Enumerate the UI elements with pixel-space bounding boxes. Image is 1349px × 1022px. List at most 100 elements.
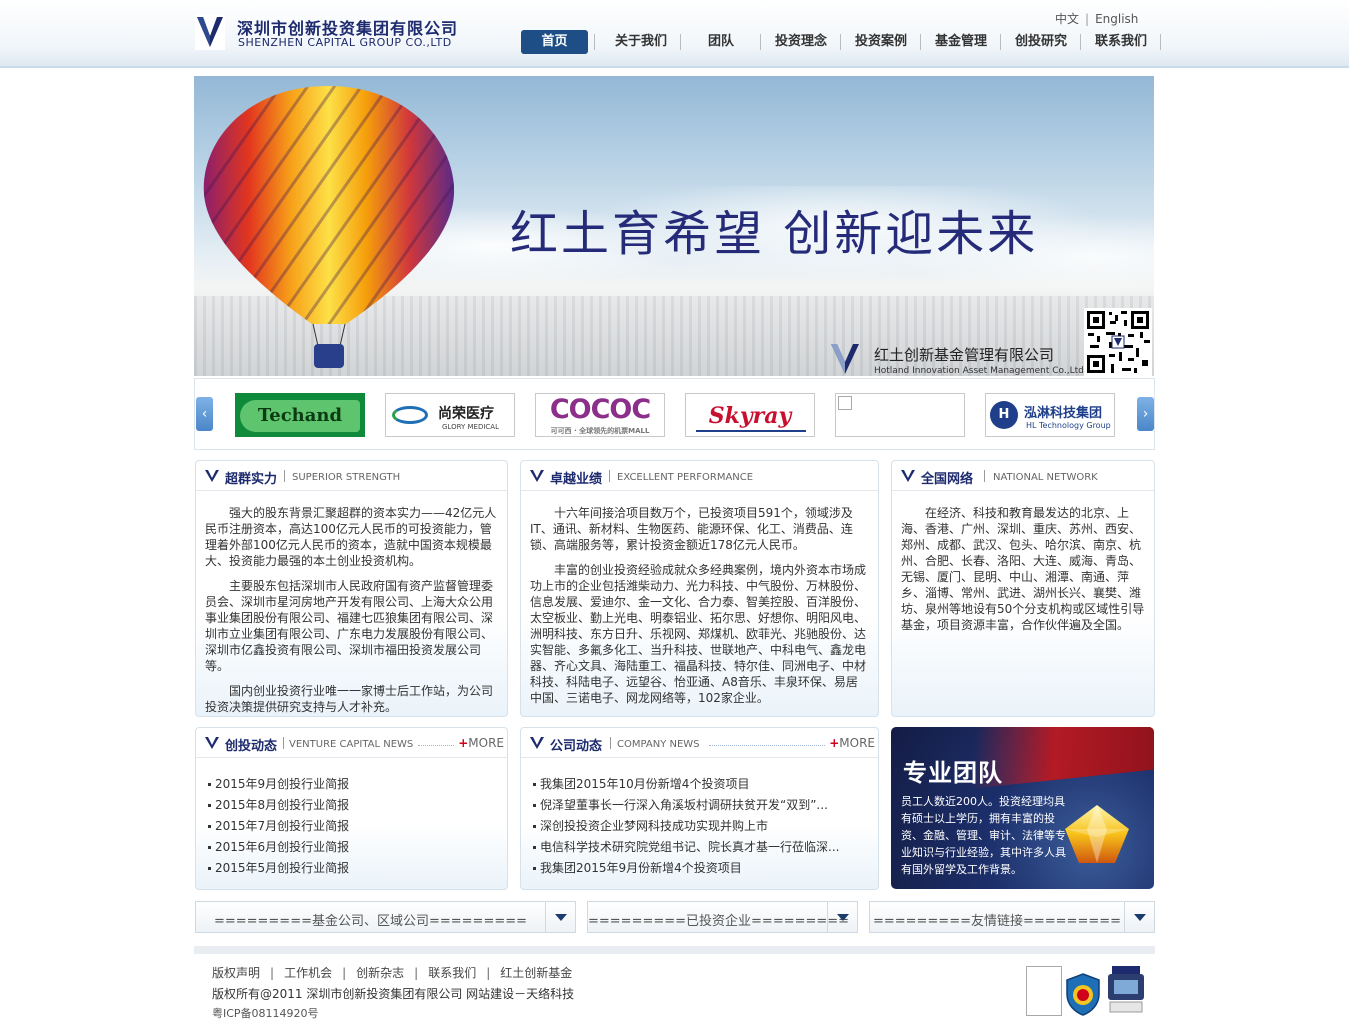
dotted-rule [709, 745, 825, 746]
friend-links-select[interactable]: =========友情链接========= [869, 901, 1155, 933]
footer-link-copyright[interactable]: 版权声明 [212, 966, 260, 980]
invested-companies-select[interactable]: =========已投资企业========= [587, 901, 858, 933]
news-title: 2015年6月创投行业简报 [215, 840, 350, 854]
company-news-more-link[interactable]: +MORE [829, 736, 875, 750]
news-item[interactable]: 我集团2015年10月份新增4个投资项目 [533, 774, 839, 795]
bullet-icon [208, 804, 211, 807]
partner-text: Techand [257, 405, 343, 426]
select-value: =========已投资企业========= [588, 914, 850, 929]
icp-number[interactable]: 粤ICP备08114920号 [212, 1005, 319, 1021]
news-title: 电信科学技术研究院党组书记、院长真才基一行莅临深... [540, 840, 840, 854]
news-item[interactable]: 2015年5月创投行业简报 [208, 858, 349, 879]
partner-logo-skyray[interactable]: Skyray [685, 393, 815, 437]
partner-logo-missing[interactable] [835, 393, 965, 437]
title-divider [609, 470, 610, 482]
chevron-down-icon[interactable] [545, 902, 575, 932]
logo-en-text: SHENZHEN CAPITAL GROUP CO.,LTD [238, 36, 452, 49]
footer-link-magazine[interactable]: 创新杂志 [356, 966, 404, 980]
panel-subtitle: NATIONAL NETWORK [993, 472, 1098, 483]
partner-next-button[interactable]: › [1137, 397, 1154, 431]
partner-text: Skyray [708, 403, 792, 429]
panel-subtitle: SUPERIOR STRENGTH [292, 472, 401, 483]
hero-banner[interactable]: 红土育希望 创新迎未来 红土创新基金管理有限公司 Hotland Innovat… [194, 76, 1154, 376]
nav-home[interactable]: 首页 [521, 30, 595, 54]
nav-contact[interactable]: 联系我们 [1081, 30, 1161, 54]
news-item[interactable]: 2015年8月创投行业简报 [208, 795, 349, 816]
nav-cases[interactable]: 投资案例 [841, 30, 921, 54]
nav-fund-management[interactable]: 基金管理 [921, 30, 1001, 54]
police-badge-icon[interactable] [1104, 964, 1148, 1016]
footer-separator: | [486, 966, 491, 980]
partner-logo-techand[interactable]: Techand [235, 393, 365, 437]
partner-logo-strip: ‹ Techand 尚荣医疗 GLORY MEDICAL COCOC 可可西 ·… [194, 378, 1155, 450]
bullet-icon [208, 825, 211, 828]
site-logo[interactable]: 深圳市创新投资集团有限公司 SHENZHEN CAPITAL GROUP CO.… [195, 14, 457, 52]
partner-subtext: GLORY MEDICAL [442, 423, 499, 431]
hl-circle-icon: H [990, 401, 1018, 429]
broken-image-badge[interactable] [1026, 966, 1062, 1016]
bullet-icon [533, 825, 536, 828]
news-item[interactable]: 我集团2015年9月份新增4个投资项目 [533, 858, 839, 879]
qr-code-icon [1084, 308, 1152, 376]
bullet-icon [533, 867, 536, 870]
panel-title: 卓越业绩 [550, 472, 603, 487]
footer-separator: | [270, 966, 275, 980]
nav-philosophy[interactable]: 投资理念 [761, 30, 841, 54]
team-title: 专业团队 [903, 759, 1003, 787]
partner-subtext: 可可西 · 全球领先的机票MALL [550, 427, 650, 435]
paragraph: 丰富的创业投资经验成就众多经典案例，境内外资本市场成功上市的企业包括潍柴动力、光… [530, 563, 867, 705]
partner-logo-cococ[interactable]: COCOC 可可西 · 全球领先的机票MALL [535, 393, 665, 437]
footer-link-hotland-fund[interactable]: 红土创新基金 [500, 966, 572, 980]
broken-image-icon [838, 396, 852, 410]
news-item[interactable]: 2015年7月创投行业简报 [208, 816, 349, 837]
select-value: =========友情链接========= [872, 914, 1122, 929]
panel-subtitle: VENTURE CAPITAL NEWS [289, 739, 414, 750]
panel-title: 创投动态 [225, 739, 278, 754]
panel-body: 强大的股东背景汇聚超群的资本实力——42亿元人民币注册资本，高达100亿元人民币… [205, 505, 498, 724]
footer-link-jobs[interactable]: 工作机会 [284, 966, 332, 980]
nav-team[interactable]: 团队 [681, 30, 761, 54]
glory-swoosh-icon [392, 406, 428, 424]
nav-research[interactable]: 创投研究 [1001, 30, 1081, 54]
news-item[interactable]: 深创投投资企业梦网科技成功实现并购上市 [533, 816, 839, 837]
panel-header: 超群实力 SUPERIOR STRENGTH [196, 461, 507, 491]
more-label: MORE [839, 736, 875, 750]
security-shield-icon[interactable] [1064, 972, 1102, 1016]
select-value: =========基金公司、区域公司========= [213, 914, 528, 929]
panel-excellent-performance: 卓越业绩 EXCELLENT PERFORMANCE 十六年间接洽项目数万个，已… [520, 460, 879, 717]
logo-v-icon [195, 14, 225, 50]
news-item[interactable]: 电信科学技术研究院党组书记、院长真才基一行莅临深... [533, 837, 839, 858]
chevron-down-icon[interactable] [827, 902, 857, 932]
news-item[interactable]: 2015年6月创投行业简报 [208, 837, 349, 858]
partner-text: COCOC [549, 394, 651, 425]
bullet-icon [533, 783, 536, 786]
v-logo-icon [530, 470, 544, 482]
diamond-icon [1065, 805, 1129, 863]
panel-header: 全国网络 NATIONAL NETWORK [892, 461, 1154, 491]
chevron-down-icon[interactable] [1124, 902, 1154, 932]
lang-cn-link[interactable]: 中文 [1055, 12, 1079, 26]
news-item[interactable]: 倪泽望董事长一行深入角溪坂村调研扶贫开发“双到”... [533, 795, 839, 816]
plus-icon: + [458, 736, 469, 750]
news-title: 深创投投资企业梦网科技成功实现并购上市 [540, 819, 769, 833]
paragraph: 国内创业投资行业唯一一家博士后工作站，为公司投资决策提供研究支持与人才补充。 [205, 684, 494, 714]
professional-team-banner[interactable]: 专业团队 员工人数近200人。投资经理均具有硕士以上学历，拥有丰富的投资、金融、… [891, 727, 1154, 889]
partner-text: 尚荣医疗 [438, 406, 494, 422]
news-title: 2015年5月创投行业简报 [215, 861, 350, 875]
partner-logo-hl-technology[interactable]: H 泓淋科技集团 HL Technology Group [985, 393, 1115, 437]
lang-en-link[interactable]: English [1095, 12, 1138, 26]
partner-logo-glory-medical[interactable]: 尚荣医疗 GLORY MEDICAL [385, 393, 515, 437]
funds-select[interactable]: =========基金公司、区域公司========= [195, 901, 576, 933]
vc-news-more-link[interactable]: +MORE [458, 736, 504, 750]
title-divider [284, 470, 285, 482]
news-title: 2015年7月创投行业简报 [215, 819, 350, 833]
title-divider [984, 470, 985, 482]
nav-about[interactable]: 关于我们 [601, 30, 681, 54]
partner-prev-button[interactable]: ‹ [196, 397, 213, 431]
news-item[interactable]: 2015年9月创投行业简报 [208, 774, 349, 795]
panel-venture-capital-news: 创投动态 VENTURE CAPITAL NEWS +MORE 2015年9月创… [195, 727, 508, 890]
news-title: 我集团2015年10月份新增4个投资项目 [540, 777, 750, 791]
bullet-icon [533, 846, 536, 849]
paragraph: 强大的股东背景汇聚超群的资本实力——42亿元人民币注册资本，高达100亿元人民币… [205, 506, 497, 568]
footer-link-contact[interactable]: 联系我们 [428, 966, 476, 980]
